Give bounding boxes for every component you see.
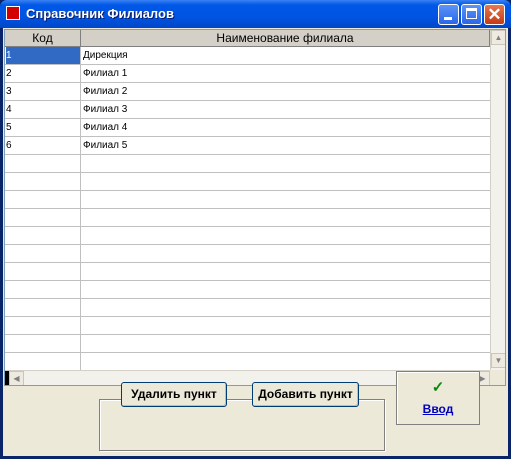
code-cell[interactable]: 1 (6, 47, 80, 64)
table-row[interactable] (5, 227, 490, 245)
name-cell[interactable]: Дирекция (82, 47, 489, 64)
code-cell[interactable]: 4 (6, 101, 80, 118)
name-cell[interactable]: Филиал 1 (82, 65, 489, 82)
code-cell[interactable] (6, 263, 80, 280)
title-bar[interactable]: Справочник Филиалов ✕ (0, 0, 511, 28)
enter-button[interactable]: ✓ Ввод (396, 371, 480, 425)
table-row[interactable]: 2 Филиал 1 (5, 65, 490, 83)
table-row[interactable] (5, 191, 490, 209)
maximize-button[interactable] (461, 4, 482, 25)
name-cell[interactable] (82, 209, 489, 226)
code-cell[interactable] (6, 245, 80, 262)
name-cell[interactable] (82, 245, 489, 262)
code-cell[interactable]: 3 (6, 83, 80, 100)
column-header-code[interactable]: Код (5, 30, 81, 47)
code-cell[interactable] (6, 353, 80, 370)
name-cell[interactable] (82, 173, 489, 190)
table-row[interactable] (5, 209, 490, 227)
code-cell[interactable] (6, 155, 80, 172)
code-cell[interactable] (6, 335, 80, 352)
name-cell[interactable] (82, 281, 489, 298)
minimize-icon (444, 17, 452, 20)
scrollbar-corner (490, 370, 505, 385)
code-cell[interactable] (6, 191, 80, 208)
table-row[interactable] (5, 281, 490, 299)
scroll-left-icon[interactable]: ◀ (9, 371, 24, 385)
window-title: Справочник Филиалов (26, 6, 174, 21)
branch-directory-window: Справочник Филиалов ✕ Код Наименование ф… (0, 0, 511, 459)
code-cell[interactable] (6, 227, 80, 244)
table-row[interactable] (5, 263, 490, 281)
code-cell[interactable] (6, 281, 80, 298)
name-cell[interactable] (82, 263, 489, 280)
table-row[interactable] (5, 173, 490, 191)
name-cell[interactable] (82, 299, 489, 316)
name-cell[interactable] (82, 155, 489, 172)
name-cell[interactable]: Филиал 4 (82, 119, 489, 136)
name-cell[interactable] (82, 353, 489, 370)
table-row[interactable] (5, 245, 490, 263)
column-header-name[interactable]: Наименование филиала (81, 30, 490, 47)
table-row[interactable]: 1 Дирекция (5, 47, 490, 65)
maximize-icon (466, 8, 477, 19)
add-item-button[interactable]: Добавить пункт (252, 382, 359, 407)
table-row[interactable] (5, 155, 490, 173)
table-row[interactable] (5, 335, 490, 353)
close-button[interactable]: ✕ (484, 4, 505, 25)
close-icon: ✕ (487, 5, 502, 24)
code-cell[interactable] (6, 317, 80, 334)
name-cell[interactable] (82, 317, 489, 334)
scroll-up-icon[interactable]: ▲ (491, 30, 505, 45)
vertical-scrollbar[interactable]: ▲ ▼ (490, 30, 505, 370)
code-cell[interactable]: 6 (6, 137, 80, 154)
code-cell[interactable]: 2 (6, 65, 80, 82)
name-cell[interactable] (82, 335, 489, 352)
name-cell[interactable] (82, 227, 489, 244)
name-cell[interactable]: Филиал 2 (82, 83, 489, 100)
branches-grid[interactable]: Код Наименование филиала 1 Дирекция 2 Филиа… (4, 29, 506, 386)
enter-button-label: Ввод (422, 402, 454, 416)
table-row[interactable]: 6 Филиал 5 (5, 137, 490, 155)
minimize-button[interactable] (438, 4, 459, 25)
column-divider (80, 47, 81, 370)
code-cell[interactable] (6, 299, 80, 316)
table-row[interactable]: 5 Филиал 4 (5, 119, 490, 137)
app-icon (6, 6, 20, 20)
code-cell[interactable]: 5 (6, 119, 80, 136)
checkmark-icon: ✓ (431, 379, 445, 396)
code-cell[interactable] (6, 209, 80, 226)
name-cell[interactable] (82, 191, 489, 208)
table-row[interactable] (5, 317, 490, 335)
table-row[interactable] (5, 353, 490, 371)
scroll-down-icon[interactable]: ▼ (491, 353, 505, 368)
name-cell[interactable]: Филиал 3 (82, 101, 489, 118)
table-row[interactable]: 4 Филиал 3 (5, 101, 490, 119)
table-row[interactable] (5, 299, 490, 317)
code-cell[interactable] (6, 173, 80, 190)
table-row[interactable]: 3 Филиал 2 (5, 83, 490, 101)
delete-item-button[interactable]: Удалить пункт (121, 382, 227, 407)
name-cell[interactable]: Филиал 5 (82, 137, 489, 154)
